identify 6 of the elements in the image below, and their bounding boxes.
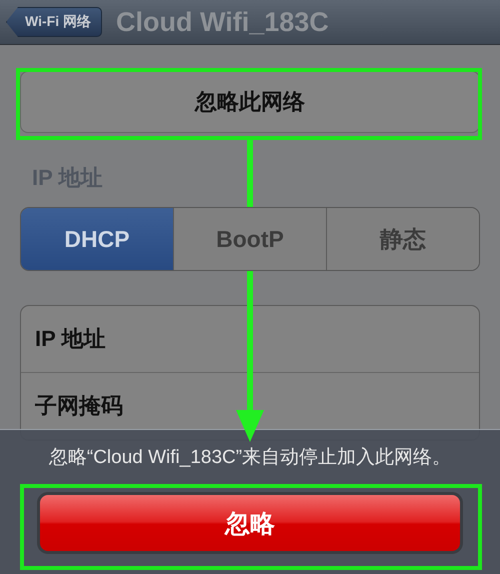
nav-title: Cloud Wifi_183C [116, 6, 329, 38]
ignore-button[interactable]: 忽略 [37, 492, 463, 554]
back-button[interactable]: Wi-Fi 网络 [6, 7, 102, 37]
segment[interactable]: DHCP [21, 208, 174, 270]
sheet-message: 忽略“Cloud Wifi_183C”来自动停止加入此网络。 [48, 446, 452, 470]
forget-network-button[interactable]: 忽略此网络 [20, 71, 480, 133]
